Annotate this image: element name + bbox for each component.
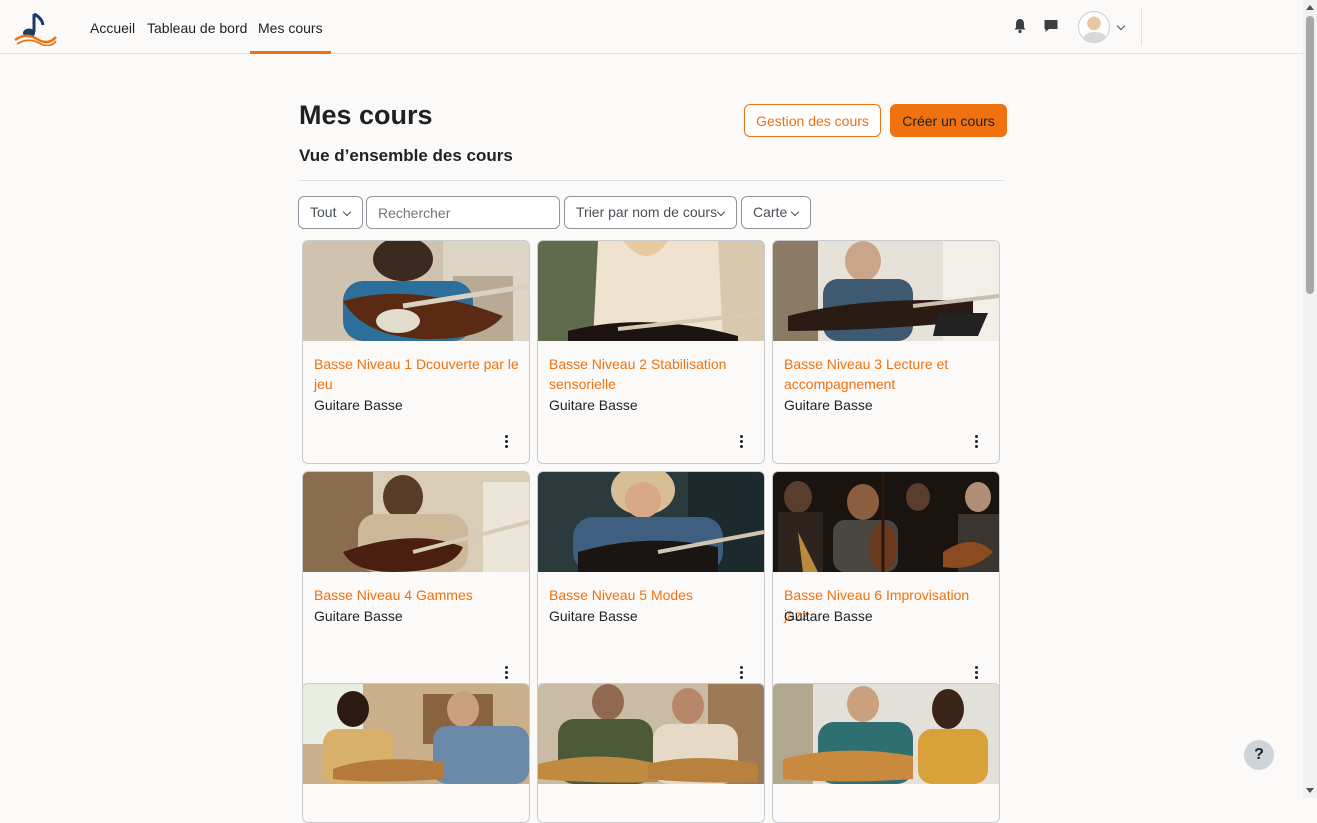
course-category: Guitare Basse: [784, 608, 873, 624]
sort-label: Trier par nom de cours: [576, 204, 718, 220]
chevron-down-icon[interactable]: [1116, 21, 1126, 31]
course-card[interactable]: Basse Niveau 2 Stabilisation sensorielle…: [537, 240, 765, 464]
bell-icon[interactable]: [1011, 17, 1029, 35]
course-card[interactable]: Basse Niveau 3 Lecture et accompagnement…: [772, 240, 1000, 464]
course-image[interactable]: [773, 241, 999, 341]
search-input[interactable]: [366, 196, 560, 229]
chevron-down-icon: [716, 207, 726, 217]
chevron-down-icon: [342, 207, 352, 217]
course-name[interactable]: Basse Niveau 1 Dcouverte par le jeu: [314, 354, 520, 394]
music-note-logo-icon[interactable]: [12, 10, 58, 46]
course-category: Guitare Basse: [784, 397, 873, 413]
course-image[interactable]: [303, 472, 529, 572]
kebab-menu-icon[interactable]: [736, 664, 748, 680]
kebab-menu-icon[interactable]: [971, 433, 983, 449]
nav-link-dashboard[interactable]: Tableau de bord: [147, 0, 247, 54]
course-category: Guitare Basse: [314, 608, 403, 624]
section-title: Vue d’ensemble des cours: [299, 146, 513, 165]
grouping-dropdown[interactable]: Tout: [298, 196, 363, 229]
course-card[interactable]: Basse Niveau 1 Dcouverte par le jeu Guit…: [302, 240, 530, 464]
course-image[interactable]: [303, 684, 529, 784]
chevron-down-icon: [790, 207, 800, 217]
scroll-up-arrow-icon[interactable]: [1306, 5, 1314, 10]
course-image[interactable]: [773, 472, 999, 572]
manage-courses-button[interactable]: Gestion des cours: [744, 104, 881, 137]
course-card[interactable]: [302, 683, 530, 823]
chat-icon[interactable]: [1042, 17, 1060, 35]
course-card[interactable]: Basse Niveau 6 Improvisation jazz Guitar…: [772, 471, 1000, 695]
course-image[interactable]: [538, 684, 764, 784]
course-card[interactable]: [537, 683, 765, 823]
user-avatar[interactable]: [1078, 11, 1110, 43]
course-category: Guitare Basse: [549, 397, 638, 413]
create-course-button[interactable]: Créer un cours: [890, 104, 1007, 137]
page-title: Mes cours: [299, 100, 433, 130]
kebab-menu-icon[interactable]: [971, 664, 983, 680]
kebab-menu-icon[interactable]: [501, 433, 513, 449]
course-name[interactable]: Basse Niveau 3 Lecture et accompagnement: [784, 354, 990, 394]
course-card[interactable]: Basse Niveau 5 Modes Guitare Basse: [537, 471, 765, 695]
course-image[interactable]: [538, 472, 764, 572]
course-name[interactable]: Basse Niveau 2 Stabilisation sensorielle: [549, 354, 755, 394]
divider: [299, 180, 1003, 181]
course-image[interactable]: [538, 241, 764, 341]
course-category: Guitare Basse: [549, 608, 638, 624]
scroll-down-arrow-icon[interactable]: [1306, 788, 1314, 793]
course-name[interactable]: Basse Niveau 5 Modes: [549, 585, 755, 605]
view-label: Carte: [753, 204, 788, 220]
course-card[interactable]: Basse Niveau 4 Gammes Guitare Basse: [302, 471, 530, 695]
help-button[interactable]: ?: [1244, 740, 1274, 770]
view-dropdown[interactable]: Carte: [741, 196, 811, 229]
nav-divider: [1141, 8, 1142, 46]
grouping-label: Tout: [310, 204, 337, 220]
nav-link-my-courses[interactable]: Mes cours: [250, 0, 331, 54]
scroll-thumb[interactable]: [1306, 16, 1314, 294]
course-category: Guitare Basse: [314, 397, 403, 413]
kebab-menu-icon[interactable]: [501, 664, 513, 680]
nav-link-home[interactable]: Accueil: [90, 0, 135, 54]
kebab-menu-icon[interactable]: [736, 433, 748, 449]
course-name[interactable]: Basse Niveau 4 Gammes: [314, 585, 520, 605]
top-navbar: Accueil Tableau de bord Mes cours: [0, 0, 1303, 54]
sort-dropdown[interactable]: Trier par nom de cours: [564, 196, 737, 229]
course-image[interactable]: [303, 241, 529, 341]
page-scrollbar[interactable]: [1303, 0, 1317, 798]
course-card[interactable]: [772, 683, 1000, 823]
course-image[interactable]: [773, 684, 999, 784]
